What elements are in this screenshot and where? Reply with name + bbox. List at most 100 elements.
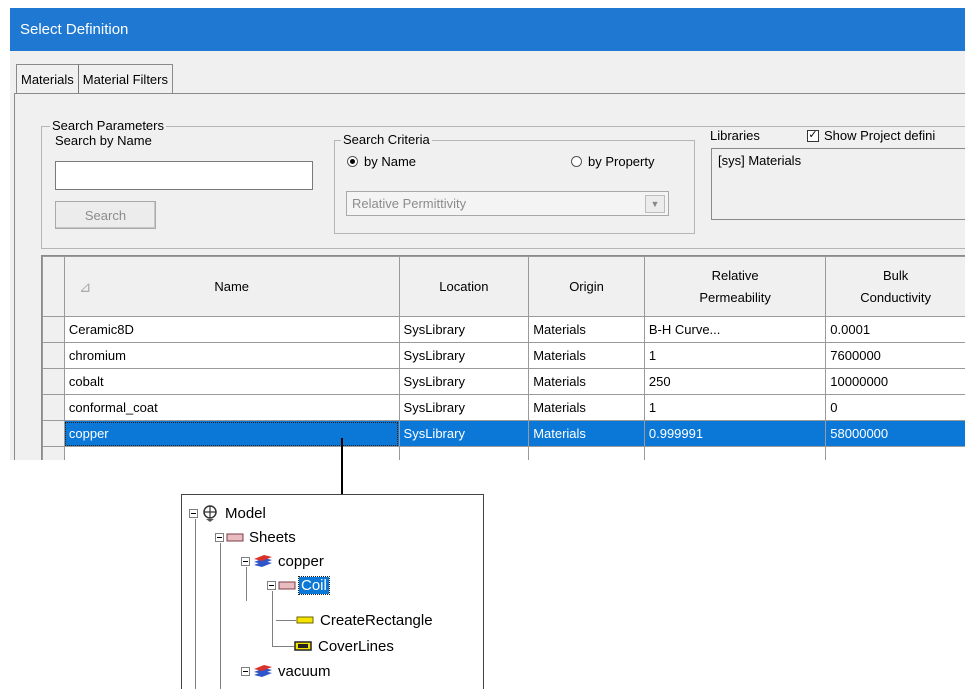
libraries-list[interactable]: [sys] Materials [711,148,965,220]
tree-node-label: Model [225,504,266,522]
by-property-label: by Property [588,154,655,169]
sheet-folder-icon [226,533,244,542]
radio-selected-indicator [347,156,358,167]
collapse-icon[interactable] [267,580,276,590]
by-property-radio[interactable]: by Property [571,154,654,169]
cell-bulk-conductivity: 0 [825,394,965,421]
show-project-checkbox[interactable]: ✓ Show Project defini [807,128,935,143]
check-icon: ✓ [807,129,819,142]
cell-name: conformal_coat [63,394,400,421]
cell-relative-permeability: 1 [643,342,827,369]
cell-bulk-conductivity: 0.0001 [825,316,965,343]
select-definition-dialog: Select Definition Materials Material Fil… [10,8,965,460]
sheet-object-icon [278,581,296,590]
property-select-value: Relative Permittivity [352,196,467,211]
by-name-label: by Name [364,154,417,169]
collapse-icon[interactable] [215,532,224,542]
search-input[interactable] [55,161,313,190]
cell-location: SysLibrary [398,342,530,369]
cell-bulk-conductivity: 58000000 [825,420,965,447]
row-header[interactable] [42,394,65,421]
table-row[interactable] [42,446,965,460]
cell-relative-permeability: 0.999991 [643,420,827,447]
column-header-origin[interactable]: Origin [528,256,645,317]
tab-materials[interactable]: Materials [16,64,79,94]
chevron-down-icon[interactable]: ▼ [645,195,665,213]
cell-relative-permeability: 1 [643,394,827,421]
material-icon [254,665,272,677]
table-row-selected[interactable]: copper SysLibrary Materials 0.999991 580… [42,420,965,447]
cell-location: SysLibrary [398,316,530,343]
tree-node-sheets[interactable]: Sheets [215,525,296,549]
tree-line [276,620,296,621]
search-button[interactable]: Search [55,201,156,229]
cell-bulk-conductivity: 7600000 [825,342,965,369]
tree-node-label: Sheets [249,528,296,546]
tree-node-label-selected: Coil [298,575,330,595]
table-row[interactable]: cobalt SysLibrary Materials 250 10000000 [42,368,965,395]
tree-node-cover-lines[interactable]: CoverLines [294,634,394,658]
column-header-line: Bulk [883,267,909,283]
tree-node-vacuum[interactable]: vacuum [241,659,331,683]
column-header-relative-permeability[interactable]: Relative Permeability [643,256,827,317]
column-header-bulk-conductivity[interactable]: Bulk Conductivity [825,256,965,317]
cell-relative-permeability [643,446,827,460]
libraries-label: Libraries [710,128,760,143]
list-item[interactable]: [sys] Materials [718,153,964,168]
row-header[interactable] [42,368,65,395]
search-criteria-legend: Search Criteria [341,132,432,147]
tab-material-filters[interactable]: Material Filters [78,64,173,94]
column-header-label: Location [439,278,489,294]
window-title-bar[interactable]: Select Definition [10,8,965,51]
column-header-line: Permeability [699,289,771,305]
materials-table: ⊿ Name Location Origin Relative Permeabi… [41,255,965,460]
table-row[interactable]: conformal_coat SysLibrary Materials 1 0 [42,394,965,421]
cell-origin: Materials [528,420,645,447]
tree-line [272,646,294,647]
table-row[interactable]: Ceramic8D SysLibrary Materials B-H Curve… [42,316,965,343]
column-header-location[interactable]: Location [398,256,530,317]
cell-name: Ceramic8D [63,316,400,343]
by-name-radio[interactable]: by Name [347,154,416,169]
collapse-icon[interactable] [241,666,250,676]
row-header[interactable] [42,342,65,369]
cell-origin: Materials [528,342,645,369]
row-header-corner [42,256,65,317]
cell-origin: Materials [528,368,645,395]
tree-node-model[interactable]: Model [189,501,266,525]
tree-node-create-rectangle[interactable]: CreateRectangle [296,608,433,632]
search-by-name-label: Search by Name [55,133,152,148]
cell-origin [528,446,645,460]
row-header[interactable] [42,316,65,343]
tree-line [195,519,196,689]
cell-location: SysLibrary [398,394,530,421]
collapse-icon[interactable] [189,508,198,518]
cell-bulk-conductivity: 10000000 [825,368,965,395]
tree-node-label: CoverLines [318,637,394,655]
tree-node-copper[interactable]: copper [241,549,324,573]
materials-grid: ⊿ Name Location Origin Relative Permeabi… [42,256,965,460]
search-button-label: Search [84,207,127,223]
table-header-row: ⊿ Name Location Origin Relative Permeabi… [42,256,965,317]
row-header[interactable] [42,446,65,460]
column-header-line: Relative [711,267,759,283]
tree-node-label: CreateRectangle [320,611,433,629]
column-header-label: Name [214,279,250,294]
table-row[interactable]: chromium SysLibrary Materials 1 7600000 [42,342,965,369]
column-header-name[interactable]: ⊿ Name [63,256,400,317]
row-header[interactable] [42,420,65,447]
cell-location: SysLibrary [398,420,530,447]
tree-node-coil[interactable]: Coil [267,573,330,597]
property-select[interactable]: Relative Permittivity ▼ [346,191,669,216]
cell-location [398,446,530,460]
tree-node-label: vacuum [278,662,331,680]
cell-name: chromium [63,342,400,369]
cover-lines-icon [294,641,312,651]
tab-strip: Materials Material Filters [16,64,173,94]
cell-relative-permeability: 250 [643,368,827,395]
tree-node-label: copper [278,552,324,570]
cell-bulk-conductivity [825,446,965,460]
collapse-icon[interactable] [241,556,250,566]
tree-line [220,543,221,689]
cell-name: cobalt [63,368,400,395]
